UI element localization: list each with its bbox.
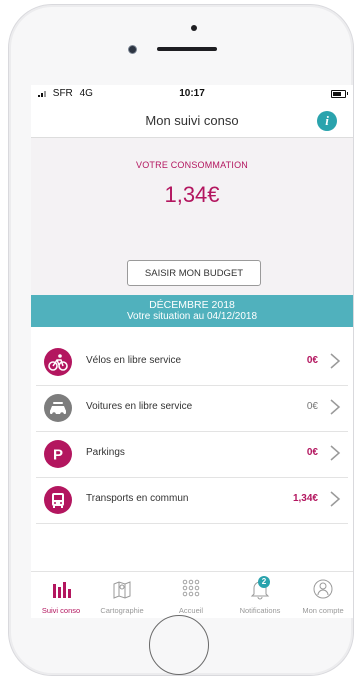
home-button[interactable] (149, 615, 209, 675)
app-screen: SFR 4G 10:17 Mon suivi conso i VOTRE CON… (31, 85, 353, 618)
battery-icon (331, 90, 348, 98)
category-label: Vélos en libre service (86, 355, 182, 366)
grid-icon (182, 579, 200, 597)
notification-badge: 2 (258, 576, 270, 588)
category-value: 0€ (306, 401, 318, 412)
category-row-parkings[interactable]: P Parkings 0€ (36, 431, 348, 478)
consumption-summary: VOTRE CONSOMMATION 1,34€ SAISIR MON BUDG… (31, 138, 353, 295)
tab-label: Accueil (178, 606, 204, 615)
tab-mon-compte[interactable]: Mon compte (293, 574, 353, 618)
nav-bar: Mon suivi conso i (31, 103, 353, 138)
category-label: Voitures en libre service (86, 401, 193, 412)
tab-label: Suivi conso (41, 606, 81, 615)
parking-icon: P (44, 440, 72, 468)
category-row-bikes[interactable]: Vélos en libre service 0€ (36, 339, 348, 386)
consumption-amount: 1,34€ (164, 182, 220, 207)
category-label: Transports en commun (86, 493, 189, 504)
category-label: Parkings (86, 447, 125, 458)
bus-icon (44, 486, 72, 514)
front-camera (128, 45, 137, 54)
category-value: 0€ (306, 355, 318, 366)
tab-label: Notifications (239, 606, 281, 615)
bar-chart-icon (53, 582, 71, 598)
bicycle-icon (44, 348, 72, 376)
period-month: DÉCEMBRE 2018 (149, 299, 235, 311)
phone-frame: SFR 4G 10:17 Mon suivi conso i VOTRE CON… (8, 4, 354, 676)
clock: 10:17 (179, 88, 205, 99)
phone-sensor (191, 25, 197, 31)
status-bar: SFR 4G 10:17 (31, 85, 353, 103)
period-situation: Votre situation au 04/12/2018 (126, 311, 258, 322)
set-budget-button[interactable]: SAISIR MON BUDGET (127, 260, 261, 286)
chevron-right-icon (330, 491, 341, 507)
parking-glyph: P (53, 447, 63, 464)
tab-label: Mon compte (302, 606, 344, 615)
info-button[interactable]: i (317, 111, 337, 131)
tab-accueil[interactable]: Accueil (161, 574, 221, 618)
chevron-right-icon (330, 353, 341, 369)
earpiece-speaker (157, 47, 217, 51)
tab-label: Cartographie (100, 606, 144, 615)
chevron-right-icon (330, 399, 341, 415)
consumption-label: VOTRE CONSOMMATION (136, 160, 248, 170)
tab-suivi-conso[interactable]: Suivi conso (31, 574, 91, 618)
page-title: Mon suivi conso (145, 113, 239, 128)
category-row-transit[interactable]: Transports en commun 1,34€ (36, 477, 348, 524)
tab-bar: Suivi conso Cartographie Accueil 2 Notif… (31, 571, 353, 618)
tab-notifications[interactable]: 2 Notifications (225, 574, 295, 618)
category-value: 1,34€ (292, 493, 318, 504)
category-row-cars[interactable]: Voitures en libre service 0€ (36, 385, 348, 432)
chevron-right-icon (330, 445, 341, 461)
category-value: 0€ (306, 447, 318, 458)
period-banner: DÉCEMBRE 2018 Votre situation au 04/12/2… (31, 295, 353, 327)
user-icon (313, 579, 333, 599)
map-icon (113, 581, 131, 599)
tab-cartographie[interactable]: Cartographie (87, 574, 157, 618)
car-icon (44, 394, 72, 422)
